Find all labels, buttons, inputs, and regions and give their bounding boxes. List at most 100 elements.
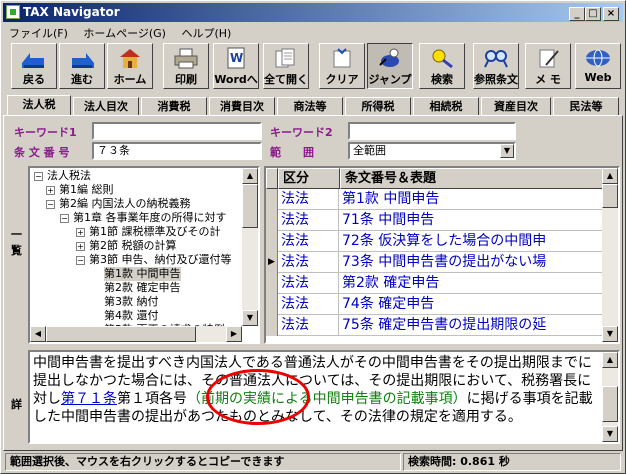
- word-icon: W: [222, 47, 250, 69]
- scroll-down-icon[interactable]: ▼: [602, 426, 618, 442]
- tab-shouhizei[interactable]: 消費税: [141, 97, 207, 115]
- tab-souzokuzei[interactable]: 相続税: [413, 97, 479, 115]
- memo-icon: [534, 47, 562, 69]
- scroll-up-icon[interactable]: ▲: [602, 352, 618, 368]
- menu-file[interactable]: ファイル(F): [3, 23, 74, 43]
- open-all-icon: [272, 47, 300, 69]
- maximize-button[interactable]: □: [585, 7, 601, 21]
- table-row[interactable]: 法法 74条 確定申告: [266, 294, 606, 315]
- collapse-icon[interactable]: −: [76, 255, 85, 265]
- minimize-button[interactable]: _: [569, 7, 585, 21]
- table-row[interactable]: 法法 71条 中間申告: [266, 210, 606, 231]
- search-icon: [428, 47, 456, 69]
- tab-shisan-mokuji[interactable]: 資産目次: [481, 97, 551, 115]
- range-select[interactable]: 全範囲 ▼: [348, 142, 516, 160]
- row-pointer-icon: ▶: [266, 252, 278, 273]
- toolbar: 戻る 進む ホーム 印刷 W Wordへ 全て開く クリア ジャンプ 検索 参照…: [3, 41, 623, 93]
- keyword2-input[interactable]: [348, 122, 516, 140]
- tree-item[interactable]: 第2款 確定申告: [104, 281, 181, 295]
- tree-item[interactable]: − 法人税法: [34, 169, 91, 183]
- column-header-type[interactable]: 区分: [278, 168, 340, 189]
- keyword1-label: キーワード1: [14, 126, 77, 139]
- collapse-icon[interactable]: −: [60, 213, 69, 223]
- reference-note: （前期の実績による中間申告書の記載事項）: [187, 391, 467, 407]
- table-row[interactable]: 法法 第2款 確定申告: [266, 273, 606, 294]
- scroll-right-icon[interactable]: ▶: [226, 326, 242, 342]
- collapse-icon[interactable]: −: [46, 199, 55, 209]
- table-row[interactable]: 法法 第1款 中間申告: [266, 189, 606, 210]
- column-header-title[interactable]: 条文番号＆表題: [340, 168, 606, 189]
- tree-item[interactable]: − 第3節 申告、納付及び還付等: [76, 253, 232, 267]
- scroll-up-icon[interactable]: ▲: [242, 168, 258, 184]
- results-grid: 区分 条文番号＆表題 法法 第1款 中間申告 法法 71条 中間申告 法法 72条…: [264, 166, 620, 344]
- expand-icon[interactable]: +: [76, 227, 85, 237]
- menu-homepage[interactable]: ホームページ(G): [77, 23, 172, 43]
- scroll-down-icon[interactable]: ▼: [242, 310, 258, 326]
- grid-vertical-scrollbar[interactable]: ▲ ▼: [602, 168, 618, 342]
- window-title: TAX Navigator: [23, 5, 120, 19]
- tree-vertical-scrollbar[interactable]: ▲ ▼: [242, 168, 258, 326]
- scroll-thumb[interactable]: [602, 386, 618, 422]
- clear-icon: [328, 47, 356, 69]
- word-export-button[interactable]: W Wordへ: [213, 43, 259, 89]
- tree-item[interactable]: 第3款 納付: [104, 295, 159, 309]
- tree-item[interactable]: + 第1節 課税標準及びその計: [76, 225, 221, 239]
- jump-button[interactable]: ジャンプ: [367, 43, 413, 89]
- reference-icon: [482, 47, 510, 69]
- status-search-time: 検索時間: 0.861 秒: [403, 453, 621, 471]
- tree-item[interactable]: + 第1編 総則: [46, 183, 114, 197]
- detail-vertical-scrollbar[interactable]: ▲ ▼: [602, 352, 618, 442]
- home-icon: [116, 47, 144, 69]
- scroll-down-icon[interactable]: ▼: [602, 326, 618, 342]
- tree-item[interactable]: − 第1章 各事業年度の所得に対す: [60, 211, 227, 225]
- list-side-label: 一覧: [11, 228, 22, 257]
- tree-horizontal-scrollbar[interactable]: ◀ ▶: [30, 326, 242, 342]
- search-button[interactable]: 検索: [419, 43, 465, 89]
- scroll-left-icon[interactable]: ◀: [30, 326, 46, 342]
- table-row[interactable]: 法法 75条 確定申告書の提出期限の延: [266, 315, 606, 336]
- tree-item-selected[interactable]: 第1款 中間申告: [104, 267, 181, 281]
- article-71-link[interactable]: 第７１条: [61, 391, 117, 407]
- tab-shotokuzei[interactable]: 所得税: [345, 97, 411, 115]
- open-all-button[interactable]: 全て開く: [263, 43, 309, 89]
- close-button[interactable]: ×: [603, 7, 619, 21]
- app-icon: [6, 5, 20, 19]
- tree-item[interactable]: + 第2節 税額の計算: [76, 239, 177, 253]
- print-button[interactable]: 印刷: [163, 43, 209, 89]
- back-button[interactable]: 戻る: [11, 43, 57, 89]
- tab-shouhi-mokuji[interactable]: 消費目次: [209, 97, 275, 115]
- tab-houjin-mokuji[interactable]: 法人目次: [73, 97, 139, 115]
- memo-button[interactable]: メ モ: [525, 43, 571, 89]
- expand-icon[interactable]: +: [46, 185, 55, 195]
- table-row[interactable]: 法法 72条 仮決算をした場合の中間申: [266, 231, 606, 252]
- web-icon: [584, 47, 612, 69]
- forward-icon: [68, 47, 96, 69]
- forward-button[interactable]: 進む: [59, 43, 105, 89]
- detail-side-label: 詳: [11, 398, 22, 411]
- scroll-thumb[interactable]: [242, 184, 258, 228]
- tree-item[interactable]: − 第2編 内国法人の納税義務: [46, 197, 191, 211]
- clear-button[interactable]: クリア: [319, 43, 365, 89]
- main-window: TAX Navigator _ □ × ファイル(F) ホームページ(G) ヘル…: [0, 0, 626, 474]
- tab-minpou[interactable]: 民法等: [553, 97, 619, 115]
- reference-button[interactable]: 参照条文: [473, 43, 519, 89]
- chevron-down-icon[interactable]: ▼: [500, 144, 514, 158]
- web-button[interactable]: Web: [575, 43, 621, 89]
- menu-help[interactable]: ヘルプ(H): [175, 23, 237, 43]
- keyword1-input[interactable]: [92, 122, 262, 140]
- scroll-thumb[interactable]: [46, 326, 196, 342]
- print-icon: [172, 47, 200, 69]
- tree-item[interactable]: 第4款 還付: [104, 309, 159, 323]
- article-number-input[interactable]: ７３条: [92, 142, 262, 160]
- main-panel: キーワード1 キーワード2 条 文 番 号 ７３条 範 囲 全範囲 ▼ 一覧 −…: [3, 115, 623, 451]
- tab-shouhou[interactable]: 商法等: [277, 97, 343, 115]
- tab-houjinzei[interactable]: 法人税: [7, 95, 71, 115]
- scroll-up-icon[interactable]: ▲: [602, 168, 618, 184]
- collapse-icon[interactable]: −: [34, 171, 43, 181]
- tab-bar: 法人税 法人目次 消費税 消費目次 商法等 所得税 相続税 資産目次 民法等: [3, 95, 623, 115]
- scroll-thumb[interactable]: [602, 184, 618, 208]
- article-text-pane[interactable]: 中間申告書を提出すべき内国法人である普通法人がその中間申告書をその提出期限までに…: [28, 350, 620, 444]
- expand-icon[interactable]: +: [76, 241, 85, 251]
- table-row-current[interactable]: ▶ 法法 73条 中間申告書の提出がない場: [266, 252, 606, 273]
- home-button[interactable]: ホーム: [107, 43, 153, 89]
